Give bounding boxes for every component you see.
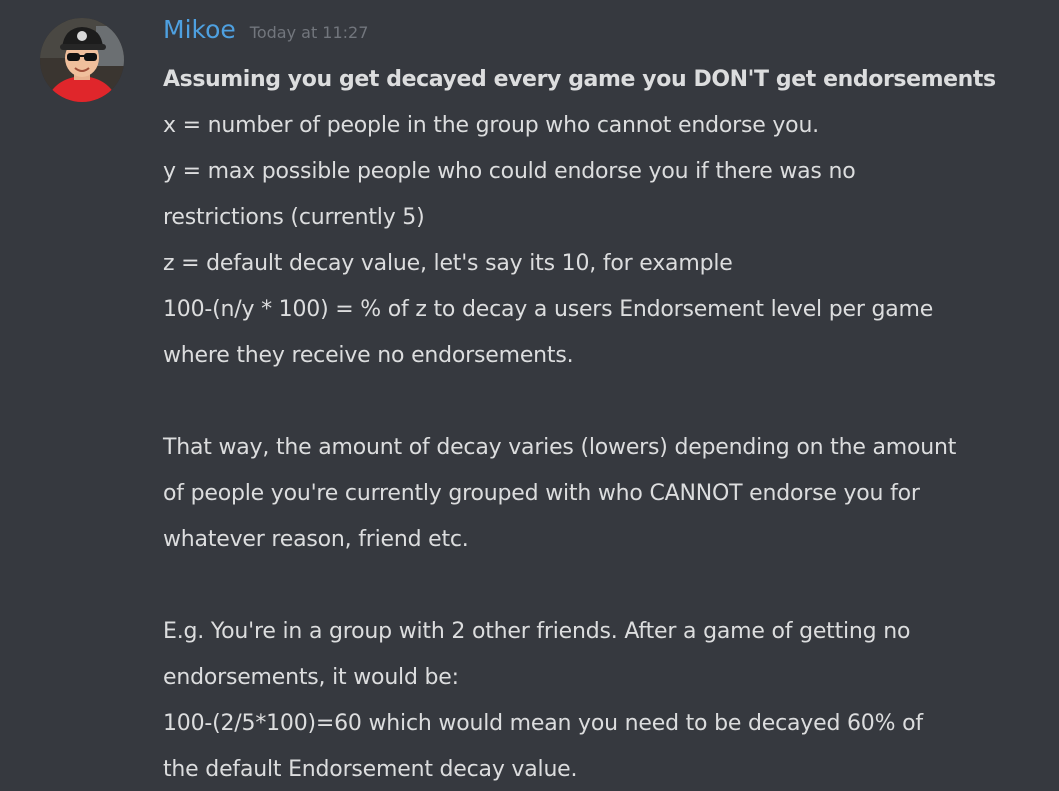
- message-line: whatever reason, friend etc.: [163, 527, 469, 552]
- message-line: y = max possible people who could endors…: [163, 159, 856, 184]
- paragraph-break: [163, 379, 1043, 425]
- message-line: 100-(2/5*100)=60 which would mean you ne…: [163, 711, 923, 736]
- message-line: 100-(n/y * 100) = % of z to decay a user…: [163, 297, 934, 322]
- username[interactable]: Mikoe: [163, 12, 236, 48]
- message-line: where they receive no endorsements.: [163, 343, 574, 368]
- message-line: Assuming you get decayed every game you …: [163, 67, 996, 92]
- paragraph-break: [163, 563, 1043, 609]
- message-line: of people you're currently grouped with …: [163, 481, 920, 506]
- message-content: Assuming you get decayed every game you …: [163, 57, 1043, 791]
- message-line: x = number of people in the group who ca…: [163, 113, 819, 138]
- message-line: restrictions (currently 5): [163, 205, 425, 230]
- avatar-image: [40, 18, 124, 102]
- user-avatar[interactable]: [40, 18, 124, 102]
- chat-message: Mikoe Today at 11:27 Assuming you get de…: [0, 0, 1059, 791]
- message-line: endorsements, it would be:: [163, 665, 459, 690]
- message-line: the default Endorsement decay value.: [163, 757, 578, 782]
- message-line: That way, the amount of decay varies (lo…: [163, 435, 957, 460]
- message-header: Mikoe Today at 11:27: [163, 12, 368, 48]
- message-line: E.g. You're in a group with 2 other frie…: [163, 619, 911, 644]
- timestamp[interactable]: Today at 11:27: [250, 23, 369, 42]
- message-line: z = default decay value, let's say its 1…: [163, 251, 733, 276]
